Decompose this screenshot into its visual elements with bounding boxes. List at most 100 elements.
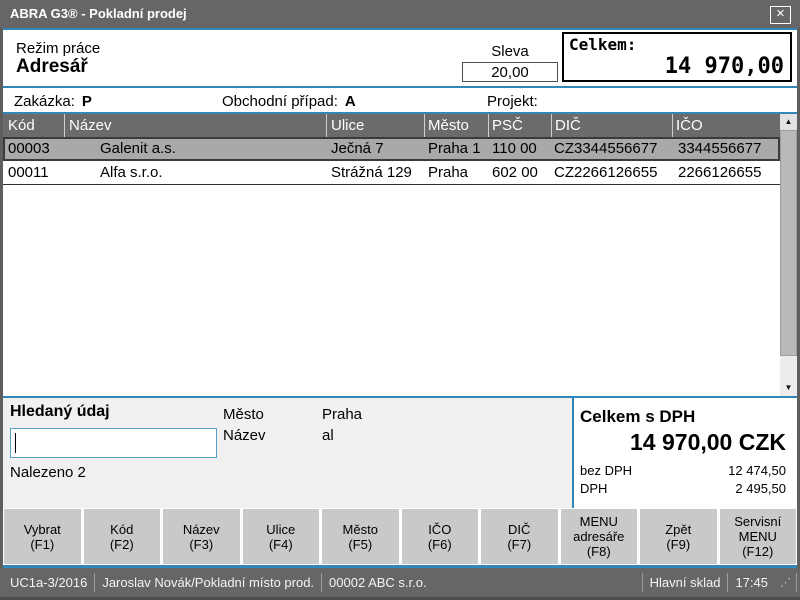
discount-input[interactable] bbox=[462, 62, 558, 82]
table-header bbox=[3, 114, 780, 137]
button-fkey: (F2) bbox=[110, 537, 134, 552]
button-label: DIČ bbox=[508, 522, 530, 537]
button-fkey: (F7) bbox=[507, 537, 531, 552]
cell-psc: 110 00 bbox=[492, 140, 537, 157]
status-bar: UC1a-3/2016 Jaroslav Novák/Pokladní míst… bbox=[0, 568, 800, 597]
total-value: 14 970,00 bbox=[665, 54, 784, 79]
status-agenda: UC1a-3/2016 bbox=[3, 575, 94, 590]
breakdown-label: bez DPH bbox=[580, 463, 632, 478]
accent-divider bbox=[3, 86, 797, 88]
scroll-up-button[interactable]: ▲ bbox=[780, 114, 797, 130]
column-header-ico: IČO bbox=[676, 117, 703, 134]
button-fkey: (F6) bbox=[428, 537, 452, 552]
window-title: ABRA G3® - Pokladní prodej bbox=[10, 6, 187, 21]
status-user: Jaroslav Novák/Pokladní místo prod. bbox=[95, 575, 321, 590]
totals-breakdown-row: DPH 2 495,50 bbox=[580, 481, 786, 496]
breakdown-value: 12 474,50 bbox=[728, 463, 786, 478]
totals-breakdown-row: bez DPH 12 474,50 bbox=[580, 463, 786, 478]
business-case-label: Obchodní případ: bbox=[222, 93, 338, 110]
fkey-button-zpet[interactable]: Zpět (F9) bbox=[640, 509, 717, 564]
scrollbar-thumb[interactable] bbox=[780, 130, 797, 356]
scroll-down-button[interactable]: ▼ bbox=[780, 380, 797, 396]
fkey-button-vybrat[interactable]: Vybrat (F1) bbox=[4, 509, 81, 564]
cell-mesto: Praha bbox=[428, 164, 468, 181]
business-case-field: Obchodní případ: A bbox=[222, 93, 356, 110]
table-row[interactable]: 00011 Alfa s.r.o. Strážná 129 Praha 602 … bbox=[3, 161, 780, 185]
status-divider bbox=[796, 573, 797, 592]
button-label: Vybrat bbox=[24, 522, 61, 537]
column-header-ulice: Ulice bbox=[331, 117, 364, 134]
fkey-button-nazev[interactable]: Název (F3) bbox=[163, 509, 240, 564]
button-fkey: (F3) bbox=[189, 537, 213, 552]
criteria-label: Název bbox=[223, 427, 266, 444]
cell-ulice: Strážná 129 bbox=[331, 164, 412, 181]
total-label: Celkem: bbox=[569, 35, 636, 54]
totals-title: Celkem s DPH bbox=[580, 407, 695, 427]
button-fkey: (F12) bbox=[742, 544, 773, 559]
button-label: Kód bbox=[110, 522, 133, 537]
button-label: IČO bbox=[428, 522, 451, 537]
table-row-selected[interactable]: 00003 Galenit a.s. Ječná 7 Praha 1 110 0… bbox=[3, 137, 780, 161]
fkey-button-servisni-menu[interactable]: Servisní MENU (F12) bbox=[720, 509, 797, 564]
column-divider bbox=[672, 114, 673, 137]
project-label: Projekt: bbox=[487, 93, 538, 110]
button-label: Město bbox=[343, 522, 378, 537]
criteria-value: Praha bbox=[322, 406, 362, 423]
column-divider bbox=[488, 114, 489, 137]
column-header-mesto: Město bbox=[428, 117, 469, 134]
cell-dic: CZ2266126655 bbox=[554, 164, 657, 181]
search-input[interactable] bbox=[10, 428, 217, 458]
fkey-button-ulice[interactable]: Ulice (F4) bbox=[243, 509, 320, 564]
button-label: Servisní MENU bbox=[722, 514, 795, 544]
close-icon: ✕ bbox=[776, 8, 785, 20]
fkey-button-ico[interactable]: IČO (F6) bbox=[402, 509, 479, 564]
order-label: Zakázka: bbox=[14, 93, 75, 110]
scroll-up-icon: ▲ bbox=[785, 117, 793, 126]
button-label: Ulice bbox=[266, 522, 295, 537]
found-count: Nalezeno 2 bbox=[10, 464, 86, 481]
status-time: 17:45 bbox=[728, 575, 775, 590]
column-divider bbox=[424, 114, 425, 137]
business-case-value: A bbox=[345, 93, 356, 110]
scroll-down-icon: ▼ bbox=[785, 383, 793, 392]
breakdown-value: 2 495,50 bbox=[735, 481, 786, 496]
status-company: 00002 ABC s.r.o. bbox=[322, 575, 434, 590]
cell-mesto: Praha 1 bbox=[428, 140, 481, 157]
work-mode-value: Adresář bbox=[16, 56, 88, 78]
cell-kod: 00011 bbox=[8, 164, 49, 181]
button-fkey: (F9) bbox=[666, 537, 690, 552]
cell-ulice: Ječná 7 bbox=[331, 140, 384, 157]
work-mode-label: Režim práce bbox=[16, 40, 100, 57]
column-header-dic: DIČ bbox=[555, 117, 581, 134]
cell-nazev: Alfa s.r.o. bbox=[100, 164, 163, 181]
accent-divider bbox=[3, 28, 797, 30]
button-fkey: (F8) bbox=[587, 544, 611, 559]
button-label: MENU adresáře bbox=[563, 514, 636, 544]
cell-ico: 2266126655 bbox=[678, 164, 761, 181]
title-bar[interactable]: ABRA G3® - Pokladní prodej bbox=[0, 0, 800, 28]
fkey-button-mesto[interactable]: Město (F5) bbox=[322, 509, 399, 564]
fkey-button-kod[interactable]: Kód (F2) bbox=[84, 509, 161, 564]
criteria-label: Město bbox=[223, 406, 264, 423]
button-fkey: (F4) bbox=[269, 537, 293, 552]
column-header-psc: PSČ bbox=[492, 117, 523, 134]
cell-psc: 602 00 bbox=[492, 164, 538, 181]
discount-label: Sleva bbox=[462, 43, 558, 60]
column-divider bbox=[551, 114, 552, 137]
column-header-nazev: Název bbox=[69, 117, 112, 134]
fkey-button-menu-adresare[interactable]: MENU adresáře (F8) bbox=[561, 509, 638, 564]
cell-kod: 00003 bbox=[8, 140, 50, 157]
status-warehouse: Hlavní sklad bbox=[643, 575, 728, 590]
cell-ico: 3344556677 bbox=[678, 140, 761, 157]
column-divider bbox=[64, 114, 65, 137]
order-field: Zakázka:P bbox=[14, 93, 92, 110]
totals-grand-total: 14 970,00 CZK bbox=[570, 429, 786, 456]
fkey-button-dic[interactable]: DIČ (F7) bbox=[481, 509, 558, 564]
resize-grip-icon[interactable]: ⋰ bbox=[775, 576, 796, 589]
button-label: Zpět bbox=[665, 522, 691, 537]
button-label: Název bbox=[183, 522, 220, 537]
vertical-scrollbar[interactable]: ▲ ▼ bbox=[780, 114, 797, 396]
search-label: Hledaný údaj bbox=[10, 403, 110, 421]
close-button[interactable]: ✕ bbox=[770, 6, 791, 24]
function-button-bar: Vybrat (F1) Kód (F2) Název (F3) Ulice (F… bbox=[4, 509, 796, 564]
